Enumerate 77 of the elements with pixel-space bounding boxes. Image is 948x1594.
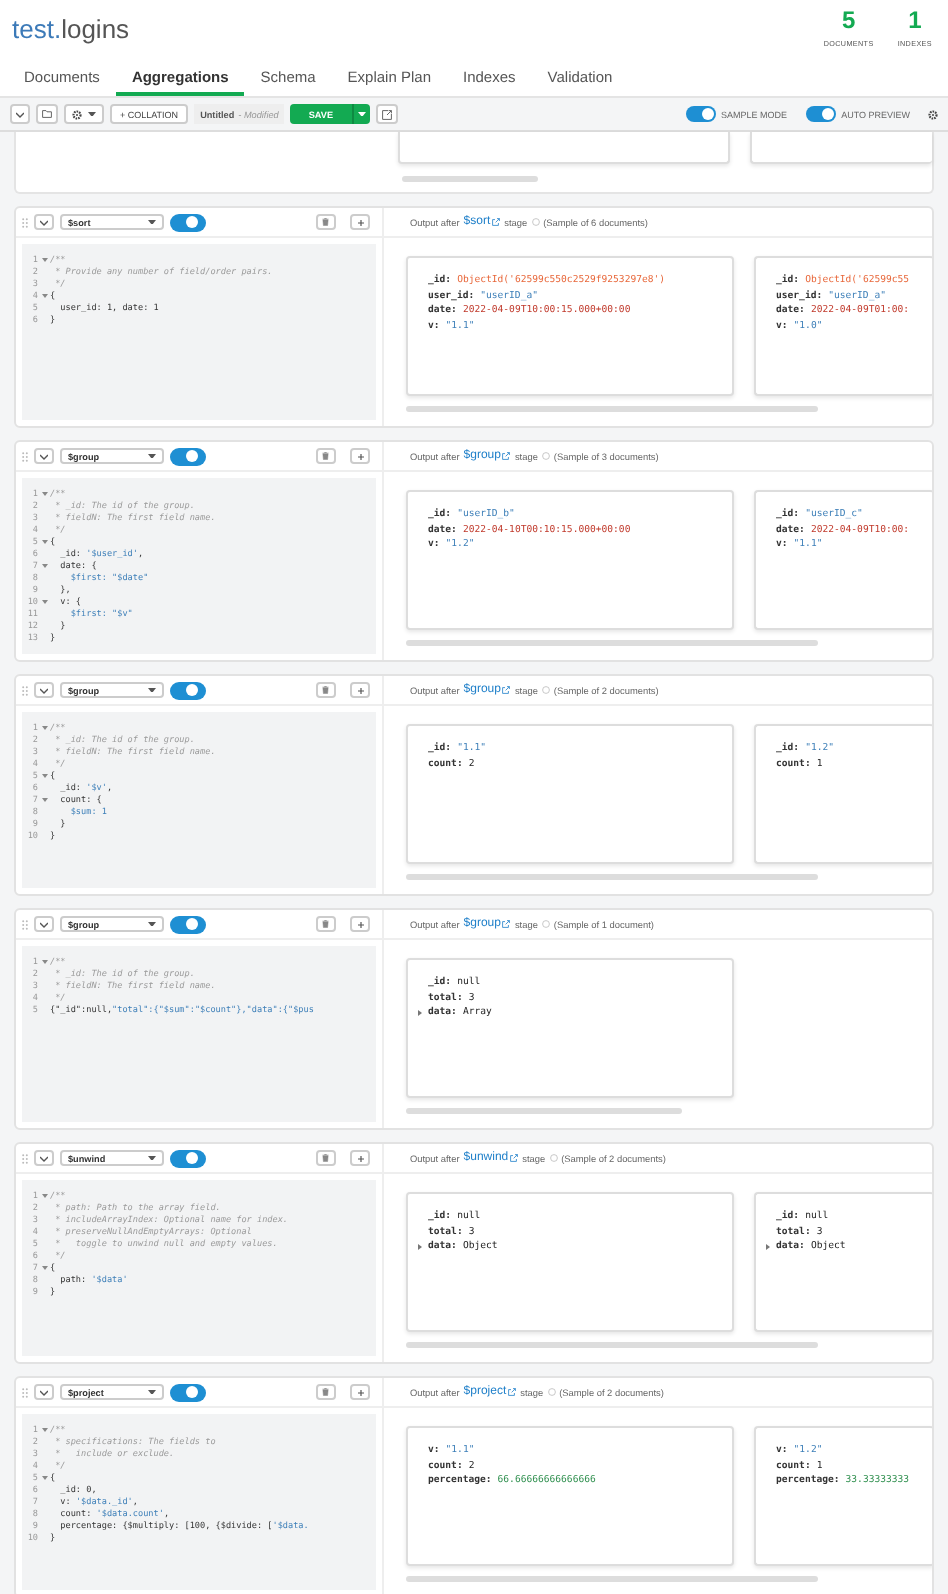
scrollbar[interactable] xyxy=(406,1108,682,1114)
external-link-icon xyxy=(502,920,511,928)
plus-icon xyxy=(357,1155,363,1161)
stage-toggle[interactable] xyxy=(170,1383,206,1401)
caret-icon xyxy=(148,1155,156,1161)
scrollbar[interactable] xyxy=(406,1342,818,1348)
chevron-icon xyxy=(40,219,48,225)
export-button[interactable] xyxy=(375,104,398,124)
chevron-icon xyxy=(40,921,48,927)
stage-toggle[interactable] xyxy=(170,213,206,231)
stat-value: 5 xyxy=(841,8,856,34)
plus-icon xyxy=(357,453,363,459)
plus-icon xyxy=(357,219,363,225)
chevron-icon xyxy=(40,1389,48,1395)
toggle-switch[interactable] xyxy=(685,106,716,122)
trash-icon xyxy=(322,218,330,226)
export-icon xyxy=(381,109,392,119)
stage-toggle[interactable] xyxy=(170,915,206,933)
delete-button[interactable] xyxy=(316,1150,336,1166)
caret-icon xyxy=(88,111,96,117)
folder-icon xyxy=(42,110,52,118)
caret-icon xyxy=(148,921,156,927)
add-button[interactable] xyxy=(350,448,370,464)
delete-button[interactable] xyxy=(316,1384,336,1400)
trash-icon xyxy=(322,452,330,460)
collapse-button[interactable] xyxy=(34,1384,54,1400)
external-link-icon xyxy=(508,1388,517,1396)
delete-button[interactable] xyxy=(316,214,336,230)
trash-icon xyxy=(322,1388,330,1396)
external-link-icon xyxy=(510,1154,519,1162)
add-button[interactable] xyxy=(350,1150,370,1166)
plus-icon xyxy=(357,921,363,927)
collection-title: test.logins xyxy=(12,14,130,44)
stage-toggle[interactable] xyxy=(170,447,206,465)
external-link-icon xyxy=(502,686,511,694)
scrollbar[interactable] xyxy=(406,1576,818,1582)
settings-icon[interactable] xyxy=(928,109,938,119)
add-button[interactable] xyxy=(350,214,370,230)
stage-toggle[interactable] xyxy=(170,681,206,699)
collapse-button[interactable] xyxy=(34,448,54,464)
scrollbar[interactable] xyxy=(406,640,818,646)
scrollbar[interactable] xyxy=(406,874,818,880)
plus-icon xyxy=(357,1389,363,1395)
trash-icon xyxy=(322,1154,330,1162)
collapse-button[interactable] xyxy=(34,916,54,932)
scrollbar[interactable] xyxy=(402,176,538,182)
chevron-icon xyxy=(40,1155,48,1161)
external-link-icon xyxy=(502,452,511,460)
add-button[interactable] xyxy=(350,1384,370,1400)
scrollbar[interactable] xyxy=(406,406,818,412)
settings-icon xyxy=(72,109,82,119)
trash-icon xyxy=(322,686,330,694)
collapse-button[interactable] xyxy=(34,682,54,698)
delete-button[interactable] xyxy=(316,448,336,464)
stage-toggle[interactable] xyxy=(170,1149,206,1167)
chevron-icon xyxy=(40,687,48,693)
chevron-icon xyxy=(16,111,24,117)
code-editor[interactable] xyxy=(22,1180,376,1356)
caret-icon xyxy=(148,219,156,225)
external-link-icon xyxy=(492,218,501,226)
open-button[interactable] xyxy=(36,104,58,124)
add-button[interactable] xyxy=(350,682,370,698)
plus-icon xyxy=(357,687,363,693)
trash-icon xyxy=(322,920,330,928)
chevron-icon xyxy=(40,453,48,459)
settings-button[interactable] xyxy=(64,104,104,124)
caret-icon xyxy=(148,453,156,459)
delete-button[interactable] xyxy=(316,682,336,698)
collapse-button[interactable] xyxy=(34,1150,54,1166)
caret-icon xyxy=(148,687,156,693)
stat-value: 1 xyxy=(908,8,922,34)
collapse-button[interactable] xyxy=(34,214,54,230)
add-button[interactable] xyxy=(350,916,370,932)
toggle-switch[interactable] xyxy=(805,106,836,122)
caret-icon xyxy=(357,111,366,117)
delete-button[interactable] xyxy=(316,916,336,932)
caret-icon xyxy=(148,1389,156,1395)
